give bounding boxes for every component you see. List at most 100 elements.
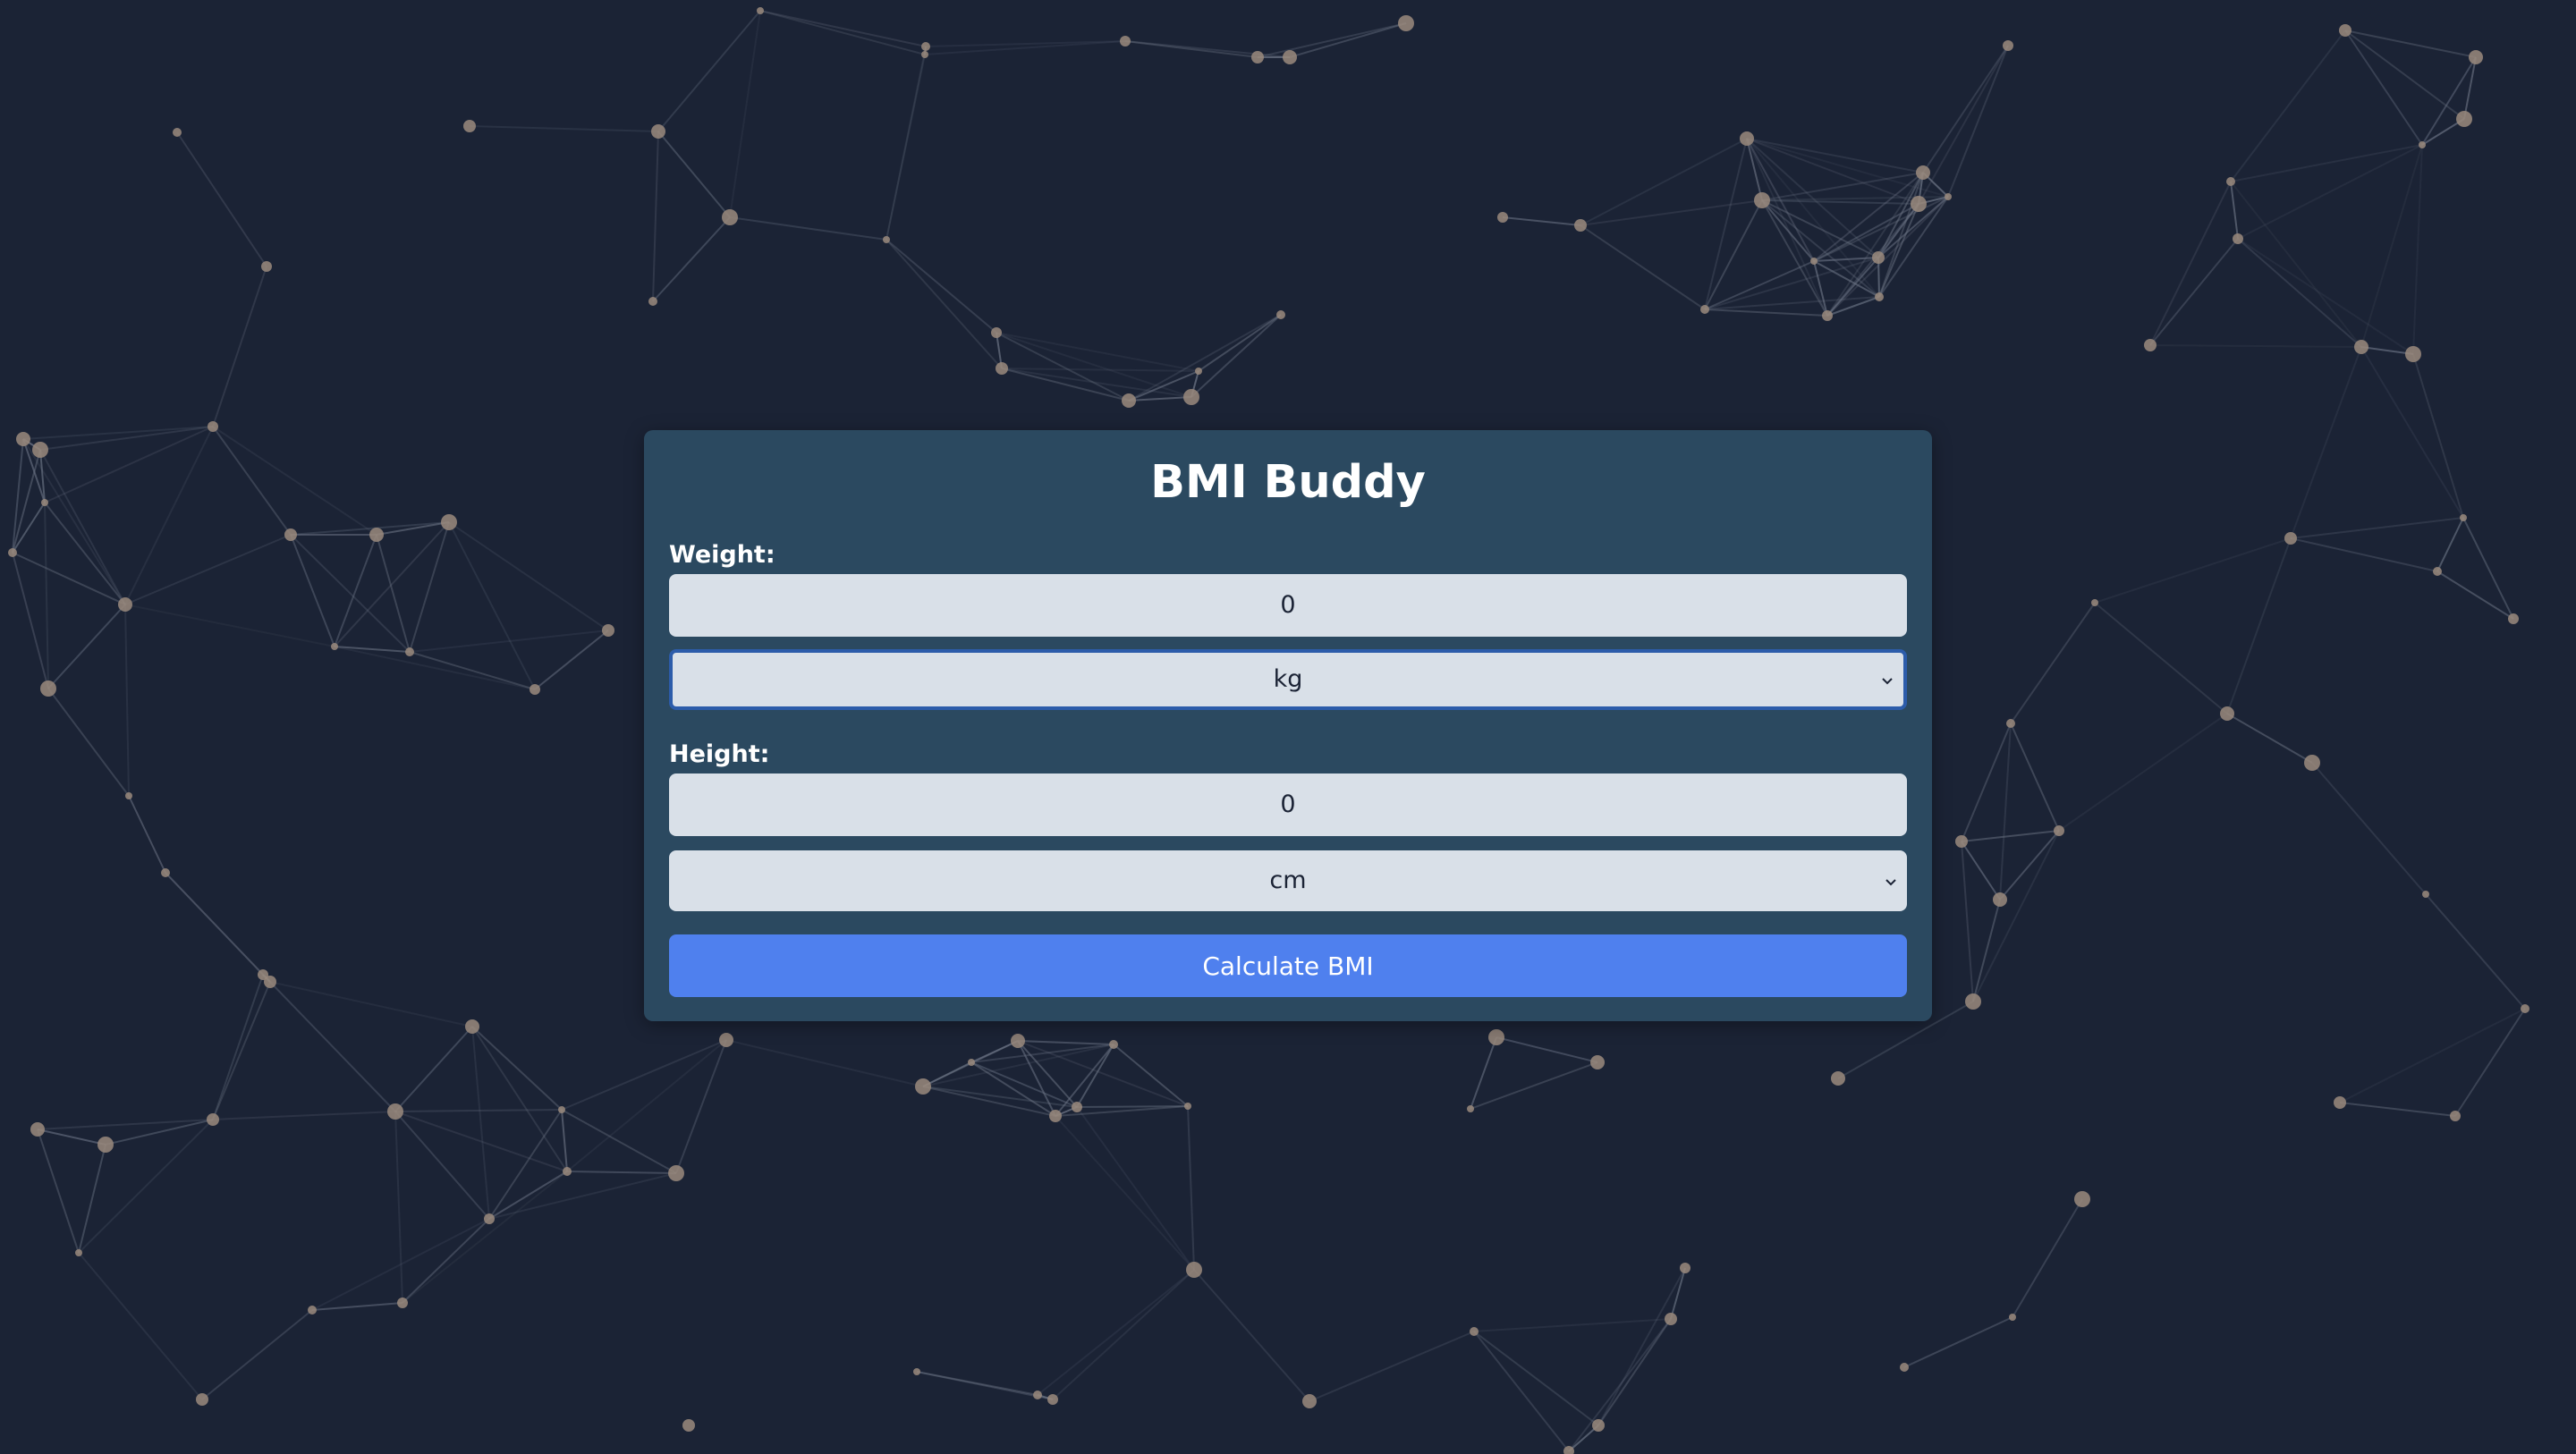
network-line — [2425, 893, 2526, 1010]
height-input[interactable] — [669, 773, 1907, 836]
network-line — [1128, 314, 1282, 402]
network-node — [484, 1213, 495, 1224]
network-line — [22, 426, 214, 440]
network-line — [534, 630, 609, 690]
network-line — [1999, 723, 2012, 900]
network-line — [1017, 1040, 1189, 1107]
network-line — [1001, 368, 1199, 372]
network-node — [1900, 1363, 1909, 1372]
network-line — [1193, 1269, 1310, 1402]
network-node — [883, 236, 890, 243]
network-node — [1700, 305, 1709, 314]
calculate-bmi-button[interactable]: Calculate BMI — [669, 934, 1907, 997]
network-line — [1961, 830, 2060, 842]
network-node — [1945, 193, 1952, 200]
network-node — [1497, 212, 1508, 223]
network-line — [1918, 45, 2009, 205]
network-node — [2460, 514, 2467, 521]
network-line — [2290, 537, 2438, 572]
network-node — [2226, 177, 2235, 186]
network-line — [469, 125, 659, 132]
network-node — [465, 1019, 479, 1034]
weight-label: Weight: — [669, 541, 775, 569]
network-line — [1017, 1040, 1114, 1045]
network-line — [2344, 30, 2423, 146]
network-line — [1580, 224, 1706, 310]
network-node — [30, 1122, 45, 1137]
network-line — [1704, 138, 1748, 310]
network-node — [2003, 40, 2013, 51]
network-line — [471, 1026, 563, 1111]
network-line — [2339, 1102, 2456, 1117]
network-line — [12, 552, 49, 689]
network-line — [1496, 1036, 1598, 1063]
network-node — [2074, 1191, 2090, 1207]
network-node — [196, 1393, 208, 1406]
network-line — [2360, 144, 2423, 348]
network-line — [2237, 238, 2414, 355]
network-line — [1961, 841, 1974, 1002]
network-line — [1813, 260, 1828, 317]
network-node — [463, 120, 476, 132]
network-line — [2290, 346, 2362, 539]
network-line — [290, 534, 335, 647]
network-node — [648, 297, 657, 306]
network-line — [729, 216, 887, 241]
network-line — [2226, 537, 2292, 714]
network-line — [22, 438, 126, 605]
network-line — [2230, 181, 2362, 348]
network-node — [1183, 389, 1199, 405]
weight-unit-value: kg — [1273, 665, 1303, 693]
height-unit-value: cm — [1269, 866, 1307, 894]
network-node — [2422, 891, 2429, 898]
network-node — [97, 1137, 114, 1153]
network-line — [2094, 537, 2292, 604]
weight-unit-select[interactable]: kg — [669, 649, 1907, 710]
network-node — [264, 976, 276, 988]
network-node — [1398, 15, 1414, 31]
chevron-down-icon — [1885, 879, 1896, 886]
network-line — [2058, 713, 2228, 832]
network-node — [173, 128, 182, 137]
network-line — [2360, 346, 2464, 519]
network-line — [78, 1252, 203, 1400]
network-node — [921, 51, 928, 58]
network-line — [1257, 22, 1407, 58]
network-node — [1680, 1263, 1690, 1273]
network-line — [2412, 353, 2464, 519]
network-line — [561, 1109, 568, 1172]
network-line — [201, 1309, 313, 1400]
network-line — [409, 651, 536, 690]
network-node — [40, 681, 56, 697]
network-line — [1761, 199, 1919, 205]
network-line — [1076, 1106, 1195, 1271]
network-node — [1665, 1313, 1677, 1325]
network-node — [161, 868, 170, 877]
network-line — [1187, 1105, 1195, 1271]
network-node — [913, 1368, 920, 1375]
network-node — [2006, 719, 2015, 728]
network-line — [1580, 199, 1763, 226]
network-line — [44, 502, 126, 605]
network-line — [1037, 1269, 1195, 1396]
network-node — [1911, 196, 1927, 212]
network-node — [2144, 339, 2157, 351]
network-line — [1568, 1318, 1672, 1452]
network-node — [208, 421, 218, 432]
network-line — [566, 1171, 677, 1174]
network-line — [561, 1039, 727, 1111]
network-line — [1597, 1267, 1686, 1426]
weight-input[interactable] — [669, 574, 1907, 637]
network-node — [1955, 835, 1968, 848]
height-label: Height: — [669, 740, 770, 768]
height-unit-select[interactable]: cm — [669, 850, 1907, 911]
network-node — [1488, 1029, 1504, 1045]
network-node — [1590, 1055, 1605, 1069]
network-line — [2010, 602, 2096, 724]
network-line — [165, 872, 271, 983]
network-line — [886, 54, 926, 241]
network-line — [47, 688, 130, 797]
network-node — [1302, 1394, 1317, 1408]
network-line — [37, 1129, 80, 1254]
network-line — [124, 604, 130, 797]
